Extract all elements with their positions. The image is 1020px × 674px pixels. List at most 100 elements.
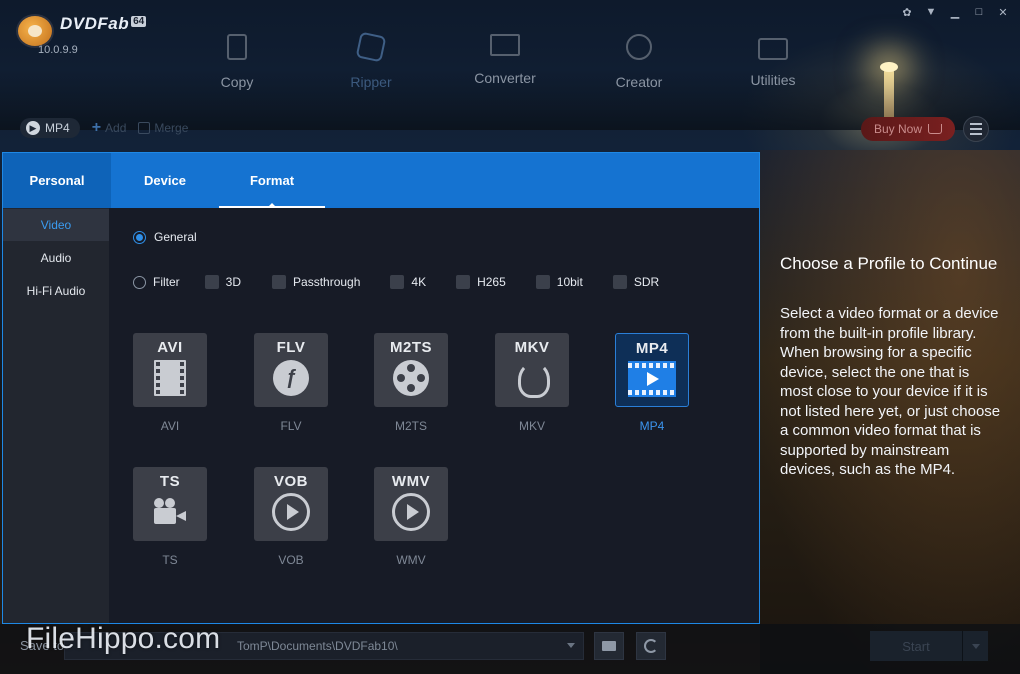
format-m2ts-label: M2TS xyxy=(394,419,427,433)
copy-icon xyxy=(227,34,247,60)
format-wmv-label: WMV xyxy=(396,553,426,567)
filter-radio[interactable]: Filter xyxy=(133,275,180,289)
filter-4k-label: 4K xyxy=(411,275,427,289)
nav-utilities[interactable]: Utilities xyxy=(706,30,840,90)
format-wmv[interactable]: WMV WMV xyxy=(374,467,448,567)
play-circle-icon xyxy=(272,493,310,531)
chevron-down-icon[interactable] xyxy=(567,643,575,648)
folder-icon xyxy=(602,641,616,651)
format-mp4[interactable]: MP4 MP4 xyxy=(615,333,689,433)
format-ts-label: TS xyxy=(162,553,178,567)
filter-10bit[interactable]: 10bit xyxy=(535,275,583,289)
cart-icon xyxy=(928,124,943,134)
sidebar-item-video[interactable]: Video xyxy=(3,209,109,241)
lighthouse-image xyxy=(880,62,898,120)
filter-4k[interactable]: 4K xyxy=(390,275,426,289)
filter-h265[interactable]: H265 xyxy=(456,275,506,289)
checkbox-h265[interactable] xyxy=(456,275,471,289)
menu-icon xyxy=(970,123,982,125)
menu-button[interactable] xyxy=(963,116,989,142)
format-mkv[interactable]: MKV MKV xyxy=(495,333,569,433)
format-avi[interactable]: AVI AVI xyxy=(133,333,207,433)
checkbox-passthrough[interactable] xyxy=(272,275,287,289)
nav-converter-label: Converter xyxy=(474,70,536,86)
nav-copy[interactable]: Copy xyxy=(170,30,304,90)
app-name: DVDFab xyxy=(60,14,130,33)
general-radio[interactable]: General xyxy=(133,230,197,244)
checkbox-3d[interactable] xyxy=(204,275,219,289)
arch-badge: 64 xyxy=(131,16,147,27)
film-icon xyxy=(154,360,186,396)
filter-passthrough[interactable]: Passthrough xyxy=(272,275,360,289)
start-options-dropdown[interactable] xyxy=(962,631,988,661)
nav-ripper-label: Ripper xyxy=(350,74,392,90)
refresh-button[interactable] xyxy=(636,632,666,660)
format-ts-code: TS xyxy=(159,473,181,490)
refresh-icon xyxy=(644,639,658,653)
main-nav: Copy Ripper Converter Creator Utilities xyxy=(170,30,840,90)
general-radio-button[interactable] xyxy=(133,230,146,244)
format-m2ts[interactable]: M2TS M2TS xyxy=(374,333,448,433)
play-circle-icon xyxy=(392,493,430,531)
minimize-to-tray-icon[interactable]: ▼ xyxy=(924,6,938,19)
filehippo-watermark: FileHippo.com xyxy=(26,622,221,655)
buy-now-button[interactable]: Buy Now xyxy=(861,117,955,141)
sidebar-item-audio[interactable]: Audio xyxy=(3,242,109,274)
browse-folder-button[interactable] xyxy=(594,632,624,660)
nav-copy-label: Copy xyxy=(220,74,254,90)
format-m2ts-code: M2TS xyxy=(389,339,432,356)
flash-icon: ƒ xyxy=(273,360,309,396)
info-body: Select a video format or a device from t… xyxy=(780,305,1001,478)
nav-utilities-label: Utilities xyxy=(750,72,796,88)
profile-label: MP4 xyxy=(45,121,70,135)
minimize-icon[interactable]: ▁ xyxy=(948,6,962,19)
tab-format[interactable]: Format xyxy=(219,153,325,208)
checkbox-10bit[interactable] xyxy=(535,275,550,289)
checkbox-sdr[interactable] xyxy=(612,275,627,289)
toolbar: ▶ MP4 + Add Merge xyxy=(20,118,188,138)
format-vob[interactable]: VOB VOB xyxy=(254,467,328,567)
nav-ripper[interactable]: Ripper xyxy=(304,30,438,90)
gift-icon[interactable]: ✿ xyxy=(900,6,914,19)
matroska-icon xyxy=(514,360,550,398)
filter-10bit-label: 10bit xyxy=(556,275,583,289)
window-controls: ✿ ▼ ▁ □ ✕ xyxy=(900,6,1010,19)
tab-personal[interactable]: Personal xyxy=(3,153,111,208)
format-mkv-code: MKV xyxy=(514,339,550,356)
film-reel-icon xyxy=(393,360,429,396)
general-label: General xyxy=(154,230,197,244)
filter-sdr-label: SDR xyxy=(633,275,660,289)
plus-icon: + xyxy=(91,119,102,136)
nav-creator[interactable]: Creator xyxy=(572,30,706,90)
format-vob-code: VOB xyxy=(273,473,308,490)
profile-button[interactable]: ▶ MP4 xyxy=(20,118,80,138)
tab-device[interactable]: Device xyxy=(111,153,219,208)
merge-button[interactable]: Merge xyxy=(138,121,188,135)
ripper-icon xyxy=(355,31,387,63)
filter-row: Filter 3D Passthrough 4K H265 10bit SDR xyxy=(133,275,659,289)
sidebar-item-hifi-audio[interactable]: Hi-Fi Audio xyxy=(3,275,109,307)
format-flv-label: FLV xyxy=(280,419,302,433)
nav-creator-label: Creator xyxy=(615,74,663,90)
info-title: Choose a Profile to Continue xyxy=(780,254,998,273)
nav-converter[interactable]: Converter xyxy=(438,30,572,90)
output-path-value: TomP\Documents\DVDFab10\ xyxy=(237,639,398,653)
format-wmv-code: WMV xyxy=(391,473,431,490)
start-button[interactable]: Start xyxy=(870,631,962,661)
app-version: 10.0.9.9 xyxy=(38,44,78,56)
close-icon[interactable]: ✕ xyxy=(996,6,1010,19)
filter-3d[interactable]: 3D xyxy=(204,275,241,289)
format-flv[interactable]: FLV ƒ FLV xyxy=(254,333,328,433)
merge-label: Merge xyxy=(154,121,189,135)
checkbox-4k[interactable] xyxy=(390,275,405,289)
format-mp4-code: MP4 xyxy=(635,340,669,357)
add-button[interactable]: + Add xyxy=(92,119,127,137)
mp4-play-icon xyxy=(628,361,676,397)
category-sidebar: Video Audio Hi-Fi Audio xyxy=(3,208,109,623)
format-ts[interactable]: TS TS xyxy=(133,467,207,567)
filter-radio-button[interactable] xyxy=(133,275,146,289)
video-camera-icon xyxy=(152,496,188,528)
filter-sdr[interactable]: SDR xyxy=(612,275,660,289)
maximize-icon[interactable]: □ xyxy=(972,6,986,19)
format-flv-code: FLV xyxy=(276,339,306,356)
